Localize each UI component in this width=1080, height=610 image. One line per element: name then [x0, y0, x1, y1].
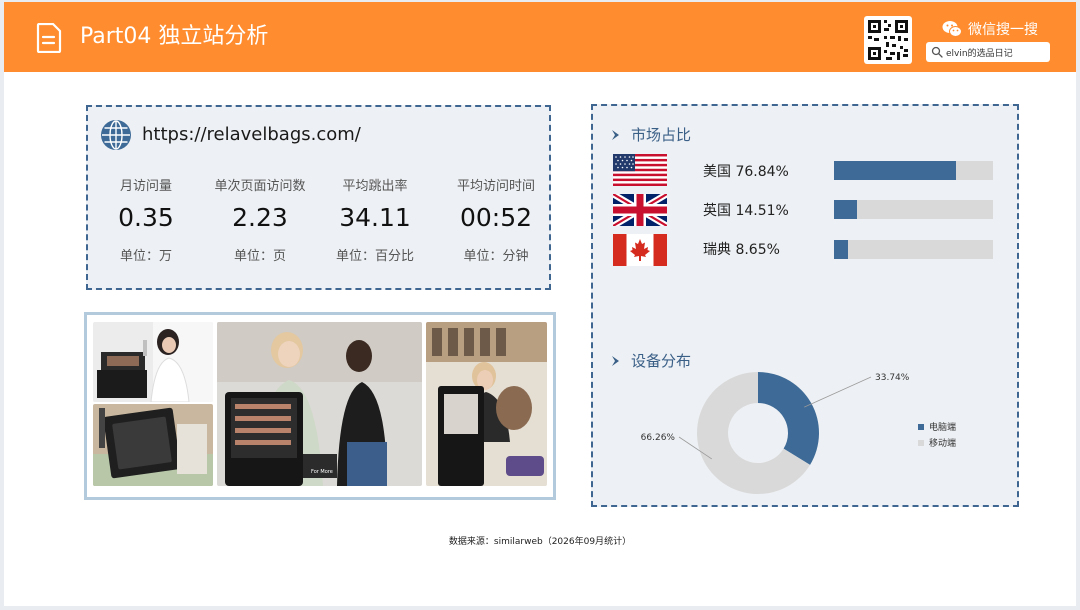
site-url-link[interactable]: https://relavelbags.com/	[142, 124, 361, 145]
product-photo-makeup-artist: For More	[217, 322, 422, 486]
country-label-third: 瑞典 8.65%	[703, 242, 780, 258]
wechat-search-label: 微信搜一搜	[942, 19, 1038, 39]
legend-item-mobile: 移动端	[918, 436, 956, 449]
market-share-title: 市场占比	[611, 124, 691, 145]
data-source-note: 数据来源：similarweb（2026年09月统计）	[448, 537, 632, 547]
share-bar-uk	[834, 200, 858, 219]
metric-unit: 单位：分钟	[463, 249, 529, 264]
market-device-card: 市场占比 美国 76.84% 英国 14.51% 瑞典 8.65% 设备分布 3…	[591, 104, 1019, 507]
share-bar-us	[834, 161, 957, 180]
product-photo-vanity	[93, 322, 213, 402]
legend-label-mobile: 移动端	[929, 439, 957, 449]
chevron-right-icon	[612, 129, 619, 140]
donut-label-desktop: 33.74%	[875, 373, 910, 383]
slide: Part04 独立站分析 微信搜一搜 elvin的选品日记 https://re…	[4, 2, 1076, 606]
metric-label: 月访问量	[119, 179, 172, 194]
legend-label-desktop: 电脑端	[929, 423, 957, 433]
metric-avg-visit-time: 平均访问时间 00:52 单位：分钟	[438, 175, 554, 264]
qr-code-icon	[864, 16, 912, 64]
wechat-label-text: 微信搜一搜	[968, 22, 1038, 38]
metric-value: 00:52	[459, 203, 533, 232]
site-overview-card: https://relavelbags.com/ 月访问量 0.35 单位：万 …	[86, 105, 551, 290]
metric-label: 单次页面访问数	[214, 179, 306, 194]
donut-leader-line	[804, 376, 872, 408]
product-photo-rolling-case	[426, 322, 547, 486]
metric-unit: 单位：万	[119, 249, 172, 264]
canada-flag-icon	[613, 234, 667, 266]
share-bar-track-third	[834, 240, 993, 259]
metric-bounce-rate: 平均跳出率 34.11 单位：百分比	[317, 175, 433, 264]
us-flag-icon	[613, 154, 667, 186]
uk-flag-icon	[611, 191, 669, 229]
search-value: elvin的选品日记	[946, 48, 1013, 59]
legend-item-desktop: 电脑端	[918, 420, 956, 433]
market-share-title-text: 市场占比	[631, 126, 692, 144]
share-bar-third	[834, 240, 848, 259]
page-title: Part04 独立站分析	[80, 24, 269, 49]
search-icon	[931, 46, 943, 58]
product-photo-open-case	[93, 404, 213, 486]
document-icon	[36, 23, 62, 53]
photo-brand-mark: For More	[311, 469, 333, 475]
metric-value: 34.11	[339, 203, 411, 232]
country-label-us: 美国 76.84%	[703, 164, 789, 180]
metric-unit: 单位：页	[233, 249, 286, 264]
wechat-icon	[942, 21, 962, 37]
share-bar-track-uk	[834, 200, 993, 219]
metric-label: 平均访问时间	[456, 179, 535, 194]
globe-icon	[101, 120, 131, 150]
share-bar-track-us	[834, 161, 993, 180]
metric-value: 0.35	[118, 203, 174, 232]
metric-monthly-visits: 月访问量 0.35 单位：万	[88, 175, 204, 264]
metric-label: 平均跳出率	[342, 179, 408, 194]
metric-value: 2.23	[232, 203, 288, 232]
legend-swatch-desktop	[918, 423, 924, 430]
product-photo-gallery: For More	[84, 312, 556, 500]
legend-swatch-mobile	[918, 439, 924, 446]
device-legend: 电脑端 移动端	[918, 420, 956, 452]
donut-label-mobile: 66.26%	[641, 433, 676, 443]
search-input[interactable]: elvin的选品日记	[926, 42, 1050, 62]
country-label-uk: 英国 14.51%	[703, 203, 789, 219]
header-bar: Part04 独立站分析 微信搜一搜 elvin的选品日记	[4, 2, 1076, 72]
metric-pages-per-visit: 单次页面访问数 2.23 单位：页	[202, 175, 318, 264]
metric-unit: 单位：百分比	[335, 249, 414, 264]
donut-slice-desktop	[758, 372, 819, 465]
